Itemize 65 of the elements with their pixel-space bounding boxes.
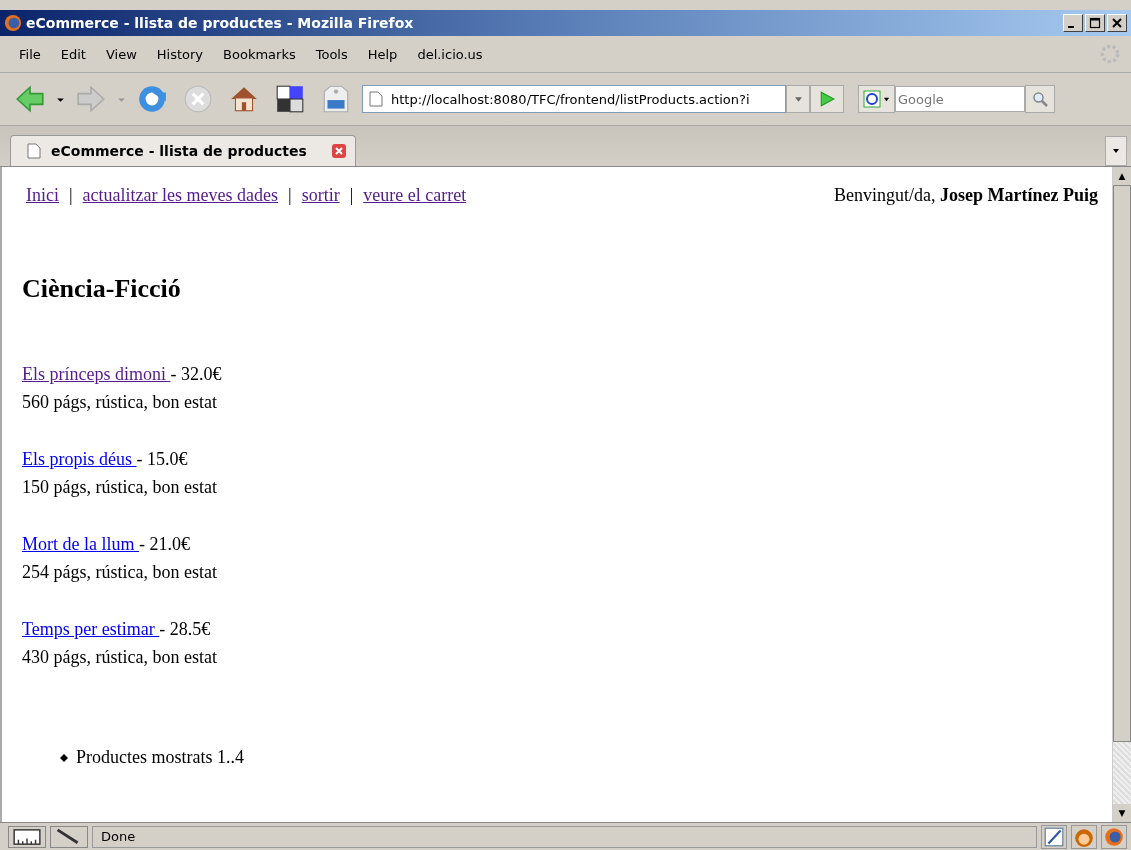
window-title: eCommerce - llista de productes - Mozilla Firefox <box>26 15 415 31</box>
bullet-icon <box>60 753 68 762</box>
maximize-button[interactable] <box>1085 14 1105 32</box>
menu-item[interactable]: Bookmarks <box>214 46 307 62</box>
menu-item[interactable]: History <box>147 46 215 62</box>
throbber-icon <box>1099 43 1121 65</box>
grid-icon[interactable] <box>274 83 306 115</box>
product-details: 150 págs, rústica, bon estat <box>22 476 218 499</box>
product-details: 430 págs, rústica, bon estat <box>22 646 218 669</box>
address-field[interactable]: http://localhost:8080/TFC/frontend/listProducts.action?i <box>362 85 786 113</box>
page-icon <box>369 91 383 107</box>
menu-item[interactable]: Edit <box>51 46 97 62</box>
list-item-text: Productes mostrats 1..4 <box>76 747 244 768</box>
greeting-text: Benvingut/da, Josep Martínez Puig <box>834 185 1098 206</box>
category-heading: Ciència-Ficció <box>22 274 182 304</box>
product-price: - 15.0€ <box>136 449 188 469</box>
menu-item[interactable]: del.icio.us <box>408 46 494 62</box>
menu-item[interactable]: File <box>10 46 52 62</box>
caret-icon <box>793 94 803 104</box>
product-link[interactable]: Els prínceps dimoni <box>22 364 171 384</box>
search-engine-button[interactable] <box>858 85 895 113</box>
status-text: Done <box>92 825 1037 848</box>
tab-list-button[interactable] <box>1105 136 1127 166</box>
scroll-up-button[interactable]: ▲ <box>1113 167 1131 185</box>
product-link[interactable]: Mort de la llum <box>22 534 139 554</box>
play-icon <box>819 91 835 107</box>
browser-tab[interactable]: eCommerce - llista de productes <box>10 135 356 166</box>
search-field[interactable]: Google <box>895 86 1025 112</box>
ruler-icon[interactable] <box>8 825 46 848</box>
engine-icon <box>863 90 881 108</box>
menu-item[interactable]: Help <box>358 46 409 62</box>
product-link[interactable]: Temps per estimar <box>22 619 160 639</box>
minimize-icon <box>1068 26 1074 28</box>
product-link[interactable]: Els propis déus <box>22 449 137 469</box>
menu-item[interactable]: Tools <box>306 46 359 62</box>
nav-link[interactable]: actualitzar les meves dades <box>82 185 279 206</box>
close-icon <box>1111 17 1123 29</box>
go-button[interactable] <box>810 85 844 113</box>
close-icon[interactable] <box>330 143 347 159</box>
scroll-thumb[interactable] <box>1113 185 1131 742</box>
nav-link[interactable]: veure el carret <box>363 185 467 206</box>
product-price: - 32.0€ <box>170 364 222 384</box>
product-details: 560 págs, rústica, bon estat <box>22 391 218 414</box>
edit-icon[interactable] <box>1041 824 1067 849</box>
separator: | <box>349 185 354 206</box>
separator: | <box>288 185 292 206</box>
product-price: - 21.0€ <box>139 534 190 554</box>
product-details: 254 págs, rústica, bon estat <box>22 561 218 584</box>
caret-icon <box>883 95 890 103</box>
close-button[interactable] <box>1107 14 1127 32</box>
product-price: - 28.5€ <box>159 619 211 639</box>
search-button[interactable] <box>1025 85 1055 113</box>
maximize-icon <box>1089 17 1101 29</box>
caret-icon <box>1112 147 1120 155</box>
separator: | <box>69 185 73 206</box>
search-icon <box>1032 91 1048 107</box>
nav-link[interactable]: Inici <box>26 185 59 206</box>
scroll-down-button[interactable]: ▼ <box>1113 804 1131 822</box>
back-arrow-icon[interactable] <box>14 83 46 115</box>
nav-link[interactable]: sortir <box>301 185 340 206</box>
menu-item[interactable]: View <box>96 46 148 62</box>
minimize-button[interactable] <box>1063 14 1083 32</box>
dropdown-button[interactable] <box>786 85 810 113</box>
stop-icon[interactable] <box>182 83 214 115</box>
page-icon <box>27 143 41 159</box>
